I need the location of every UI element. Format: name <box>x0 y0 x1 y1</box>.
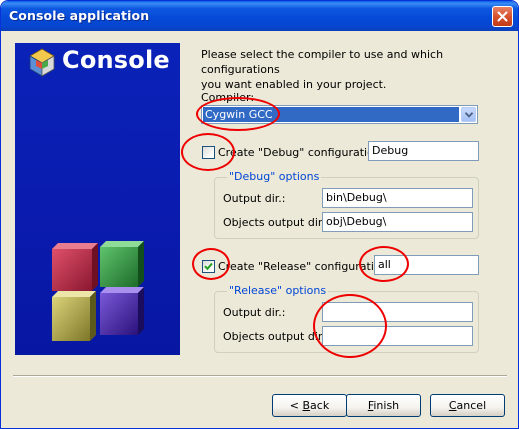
dropdown-button[interactable] <box>461 107 476 122</box>
debug-output-dir-label: Output dir.: <box>223 192 286 205</box>
colored-cubes-icon <box>52 241 144 341</box>
title-bar[interactable]: Console application <box>1 1 518 31</box>
debug-output-dir-input[interactable]: bin\Debug\ <box>322 188 473 208</box>
release-objects-dir-label: Objects output dir.: <box>223 330 329 343</box>
release-options-title: "Release" options <box>227 284 329 297</box>
finish-button-label: inish <box>373 399 400 412</box>
release-name-input[interactable]: all <box>374 255 479 275</box>
window-title: Console application <box>9 8 150 23</box>
debug-name-input[interactable]: Debug <box>368 141 479 161</box>
back-button[interactable]: < Back <box>272 394 347 417</box>
debug-options-title: "Debug" options <box>227 170 322 183</box>
back-button-mnemonic: B <box>302 399 311 412</box>
back-button-prefix: < <box>289 399 303 412</box>
close-button[interactable] <box>492 6 513 27</box>
compiler-label: Compiler: <box>201 91 255 104</box>
debug-objects-dir-input[interactable]: obj\Debug\ <box>322 212 473 232</box>
chevron-down-icon <box>465 112 473 118</box>
cancel-button[interactable]: Cancel <box>430 394 505 417</box>
create-debug-label: Create "Debug" configuration: <box>218 146 385 159</box>
cancel-button-mnemonic: C <box>448 399 457 412</box>
checkmark-icon <box>204 262 213 271</box>
create-release-label: Create "Release" configuration: <box>218 260 392 273</box>
intro-line-2: you want enabled in your project. <box>201 78 387 91</box>
cancel-button-label: ancel <box>456 399 487 412</box>
footer-divider <box>13 375 507 377</box>
compiler-select[interactable]: Cygwin GCC <box>201 105 478 124</box>
release-output-dir-input[interactable] <box>322 302 473 322</box>
release-objects-dir-input[interactable] <box>322 326 473 346</box>
release-output-dir-label: Output dir.: <box>223 306 286 319</box>
compiler-selected-value: Cygwin GCC <box>203 107 459 122</box>
create-debug-checkbox[interactable] <box>202 146 215 159</box>
close-icon <box>497 11 508 22</box>
debug-objects-dir-label: Objects output dir.: <box>223 216 329 229</box>
wizard-banner: Console <box>15 43 180 355</box>
back-button-label: ack <box>310 399 330 412</box>
intro-text: Please select the compiler to use and wh… <box>201 47 501 92</box>
console-application-dialog: Console application Console Please selec… <box>0 0 519 429</box>
finish-button[interactable]: Finish <box>346 394 421 417</box>
codeblocks-logo-icon <box>29 48 55 77</box>
create-release-checkbox[interactable] <box>202 260 215 273</box>
banner-title: Console <box>62 46 170 74</box>
intro-line-1: Please select the compiler to use and wh… <box>201 48 444 76</box>
